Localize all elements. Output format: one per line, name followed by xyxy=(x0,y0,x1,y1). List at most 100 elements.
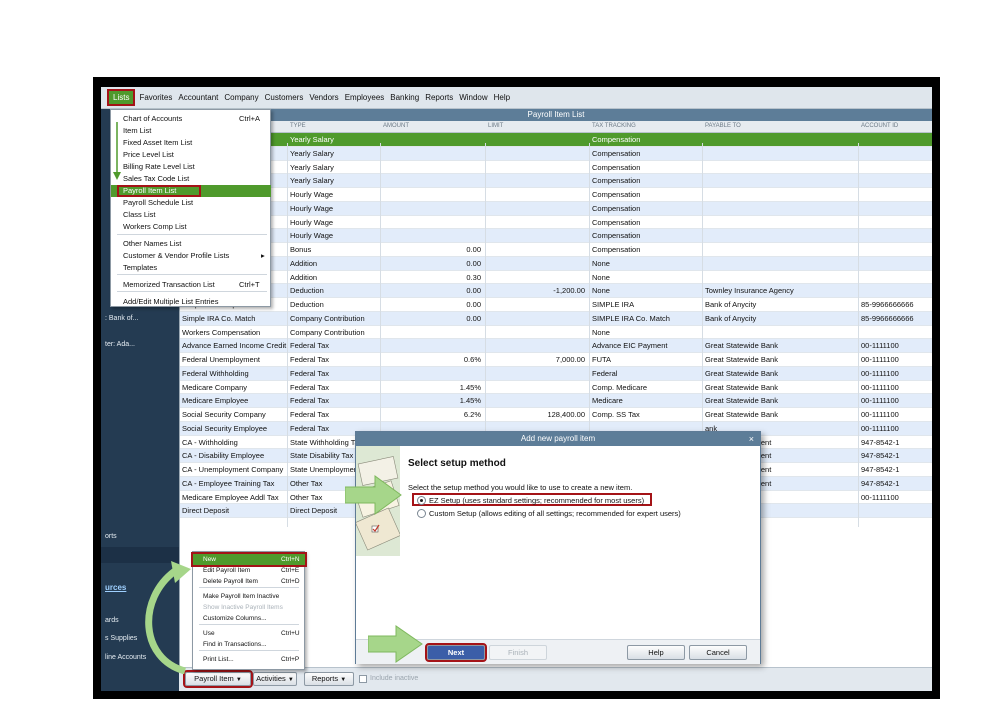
menu-customers[interactable]: Customers xyxy=(265,93,304,102)
table-row[interactable]: Addition 0.00 None xyxy=(180,256,932,271)
table-row[interactable]: Yearly Salary Compensation xyxy=(180,133,932,147)
next-button[interactable]: Next xyxy=(425,643,487,662)
activities-menu-button[interactable]: Activities ▼ xyxy=(253,672,297,686)
nav-item-cards[interactable]: ards xyxy=(105,617,119,624)
menu-employees[interactable]: Employees xyxy=(345,93,385,102)
table-cell: Company Contribution xyxy=(290,313,365,323)
context-menu-item-make-inactive[interactable]: Make Payroll Item Inactive xyxy=(193,591,305,602)
table-row[interactable]: Federal Withholding Federal Tax Federal Gre… xyxy=(180,366,932,381)
context-menu-item-edit-payroll-item[interactable]: Edit Payroll Item Ctrl+E xyxy=(193,565,305,576)
menu-item-memorized-transaction-list[interactable]: Memorized Transaction List Ctrl+T xyxy=(111,279,271,291)
nav-item-reports[interactable]: orts xyxy=(105,533,117,540)
table-row[interactable]: Hourly Wage Compensation xyxy=(180,229,932,243)
table-row[interactable]: Medicare Company Federal Tax 1.45% Comp. Me… xyxy=(180,381,932,395)
menu-item-chart-of-accounts[interactable]: Chart of Accounts Ctrl+A xyxy=(111,113,271,125)
finish-button[interactable]: Finish xyxy=(489,645,547,660)
context-menu-item-new[interactable]: New Ctrl+N xyxy=(191,552,307,567)
table-cell: 1.45% xyxy=(459,382,481,392)
table-cell: Medicare xyxy=(592,396,623,406)
menu-item-label: Sales Tax Code List xyxy=(123,174,190,183)
table-cell: Other Tax xyxy=(290,492,323,502)
table-row[interactable]: Hourly Wage Compensation xyxy=(180,201,932,216)
table-cell: Compensation xyxy=(592,217,641,227)
col-limit[interactable]: LIMIT xyxy=(488,123,503,129)
menu-item-item-list[interactable]: Item List xyxy=(111,125,271,137)
table-row[interactable]: Hourly Wage Compensation xyxy=(180,188,932,202)
menu-help[interactable]: Help xyxy=(494,93,510,102)
col-tax-tracking[interactable]: TAX TRACKING xyxy=(592,123,636,129)
close-icon[interactable]: × xyxy=(749,432,754,446)
custom-setup-radio[interactable] xyxy=(417,509,426,518)
menu-item-billing-rate-level-list[interactable]: Billing Rate Level List xyxy=(111,161,271,173)
list-button-bar: Payroll Item ▼ Activities ▼ Reports ▼ In… xyxy=(179,667,932,691)
menu-item-class-list[interactable]: Class List xyxy=(111,209,271,221)
menu-favorites[interactable]: Favorites xyxy=(139,93,172,102)
menu-item-label: Add/Edit Multiple List Entries xyxy=(123,297,219,306)
menu-item-price-level-list[interactable]: Price Level List xyxy=(111,149,271,161)
nav-item-supplies[interactable]: s Supplies xyxy=(105,635,137,642)
menu-item-label: Memorized Transaction List xyxy=(123,280,215,289)
payroll-item-menu-button[interactable]: Payroll Item ▼ xyxy=(183,670,253,688)
table-cell: Yearly Salary xyxy=(290,148,334,158)
context-menu-item-print-list[interactable]: Print List... Ctrl+P xyxy=(193,654,305,665)
context-menu-item-find-in-transactions[interactable]: Find in Transactions... xyxy=(193,639,305,650)
table-cell: Deduction xyxy=(290,286,324,296)
table-row[interactable]: Simple IRA Co. Match Company Contribution… xyxy=(180,311,932,326)
menu-item-add-edit-multiple-list-entries[interactable]: Add/Edit Multiple List Entries xyxy=(111,296,271,308)
table-cell: Deduction xyxy=(290,300,324,309)
menu-item-payroll-schedule-list[interactable]: Payroll Schedule List xyxy=(111,197,271,209)
menu-lists[interactable]: Lists xyxy=(106,89,136,106)
ez-setup-label[interactable]: EZ Setup (uses standard settings; recomm… xyxy=(429,496,644,505)
col-amount[interactable]: AMOUNT xyxy=(383,123,409,129)
menu-item-sales-tax-code-list[interactable]: Sales Tax Code List xyxy=(111,173,271,185)
col-payable-to[interactable]: PAYABLE TO xyxy=(705,123,741,129)
table-cell: Hourly Wage xyxy=(290,190,334,199)
table-cell: 00-1111100 xyxy=(861,396,899,406)
col-account-id[interactable]: ACCOUNT ID xyxy=(861,123,898,129)
cancel-button[interactable]: Cancel xyxy=(689,645,747,660)
table-row[interactable]: Social Security Company Federal Tax 6.2% 12… xyxy=(180,408,932,422)
table-row[interactable]: Yearly Salary Compensation xyxy=(180,161,932,175)
table-cell: Workers Compensation xyxy=(182,327,261,337)
menu-banking[interactable]: Banking xyxy=(390,93,419,102)
table-row[interactable]: Yearly Salary Compensation xyxy=(180,174,932,188)
menu-item-other-names-list[interactable]: Other Names List xyxy=(111,238,271,250)
table-cell: Federal Withholding xyxy=(182,368,249,378)
context-menu-item-customize-columns[interactable]: Customize Columns... xyxy=(193,613,305,624)
menu-accountant[interactable]: Accountant xyxy=(178,93,218,102)
table-cell: Advance EIC Payment xyxy=(592,341,668,351)
table-row[interactable]: Hourly Wage Compensation xyxy=(180,216,932,230)
menu-company[interactable]: Company xyxy=(224,93,258,102)
nav-item-adapter[interactable]: ter: Ada... xyxy=(105,341,135,348)
table-row[interactable]: Workers Compensation Company Contribution… xyxy=(180,326,932,340)
table-row[interactable]: Medicare Employee Federal Tax 1.45% Medicar… xyxy=(180,394,932,408)
context-menu-item-use[interactable]: Use Ctrl+U xyxy=(193,628,305,639)
menu-window[interactable]: Window xyxy=(459,93,487,102)
include-inactive-checkbox[interactable] xyxy=(359,675,367,683)
context-menu-item-delete-payroll-item[interactable]: Delete Payroll Item Ctrl+D xyxy=(193,576,305,587)
table-row[interactable]: Yearly Salary Compensation xyxy=(180,146,932,161)
menu-vendors[interactable]: Vendors xyxy=(309,93,338,102)
table-row[interactable]: Deduction 0.00 -1,200.00 None Townley Insura… xyxy=(180,284,932,298)
reports-menu-button[interactable]: Reports ▼ xyxy=(304,672,354,686)
menu-item-fixed-asset-item-list[interactable]: Fixed Asset Item List xyxy=(111,137,271,149)
custom-setup-label[interactable]: Custom Setup (allows editing of all sett… xyxy=(429,509,681,518)
ez-setup-radio[interactable] xyxy=(417,496,426,505)
table-row[interactable]: Advance Earned Income Credit Federal Tax A… xyxy=(180,339,932,353)
menu-item-payroll-item-list[interactable]: Payroll Item List xyxy=(111,185,271,197)
menu-item-customer-vendor-profile-lists[interactable]: Customer & Vendor Profile Lists ▸ xyxy=(111,250,271,262)
menu-item-templates[interactable]: Templates xyxy=(111,262,271,274)
nav-link-resources[interactable]: urces xyxy=(105,583,126,592)
table-row[interactable]: Addition 0.30 None xyxy=(180,271,932,285)
table-row[interactable]: Simple IRA Emp.Deduction0.00SIMPLE IRABa… xyxy=(180,298,932,312)
table-cell: 947-8542-1 xyxy=(861,478,900,488)
col-type[interactable]: TYPE xyxy=(290,123,306,129)
table-row[interactable]: Bonus 0.00 Compensation xyxy=(180,243,932,257)
menu-item-workers-comp-list[interactable]: Workers Comp List xyxy=(111,221,271,233)
context-menu-item-show-inactive[interactable]: Show Inactive Payroll Items xyxy=(193,602,305,613)
nav-item-bank[interactable]: : Bank of... xyxy=(105,315,138,322)
help-button[interactable]: Help xyxy=(627,645,685,660)
table-row[interactable]: Federal Unemployment Federal Tax 0.6% 7,000… xyxy=(180,353,932,367)
menu-item-shortcut: Ctrl+P xyxy=(281,656,300,663)
menu-reports[interactable]: Reports xyxy=(425,93,453,102)
